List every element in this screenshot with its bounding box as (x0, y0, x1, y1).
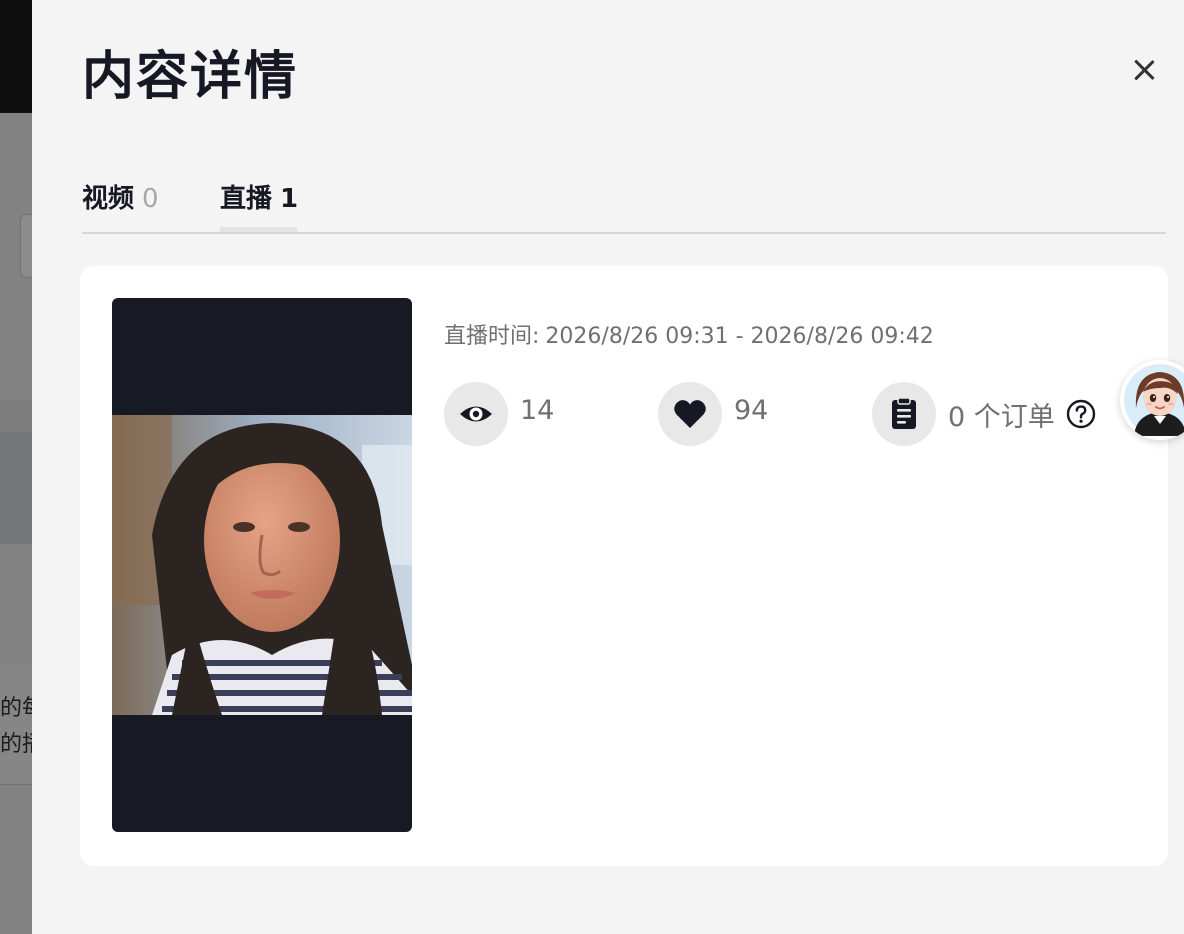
eye-icon (460, 406, 492, 422)
tab-video[interactable]: 视频 0 (82, 178, 159, 215)
live-thumbnail[interactable] (112, 298, 412, 832)
live-time-label: 直播时间: (444, 324, 540, 349)
active-tab-indicator (220, 227, 297, 232)
close-icon[interactable] (1128, 54, 1160, 86)
assistant-avatar-icon (1124, 364, 1184, 436)
likes-count: 94 (734, 395, 769, 426)
orders-icon-badge (872, 382, 936, 446)
tab-video-label: 视频 (82, 184, 135, 214)
tab-live[interactable]: 直播 1 (220, 178, 298, 215)
streamer-photo (112, 415, 412, 715)
assistant-avatar[interactable] (1120, 360, 1184, 440)
content-detail-drawer: 内容详情 视频 0 直播 1 直播时间: 2026/8/26 09:31 - 2… (32, 0, 1184, 934)
live-time-range: 2026/8/26 09:31 - 2026/8/26 09:42 (545, 324, 934, 349)
drawer-title: 内容详情 (82, 47, 299, 107)
orders-count: 0 个订单 (948, 402, 1055, 433)
content-tabs: 视频 0 直播 1 (82, 170, 1166, 234)
question-circle-icon[interactable] (1066, 399, 1096, 429)
heart-icon (674, 400, 706, 428)
views-icon-badge (444, 382, 508, 446)
live-time: 直播时间: 2026/8/26 09:31 - 2026/8/26 09:42 (444, 318, 934, 350)
tab-live-label: 直播 (220, 184, 273, 214)
tab-live-count: 1 (280, 184, 299, 214)
live-session-card: 直播时间: 2026/8/26 09:31 - 2026/8/26 09:42 1… (80, 266, 1168, 866)
likes-icon-badge (658, 382, 722, 446)
order-list-icon (892, 397, 916, 429)
tab-video-count: 0 (142, 184, 159, 214)
views-count: 14 (520, 395, 555, 426)
